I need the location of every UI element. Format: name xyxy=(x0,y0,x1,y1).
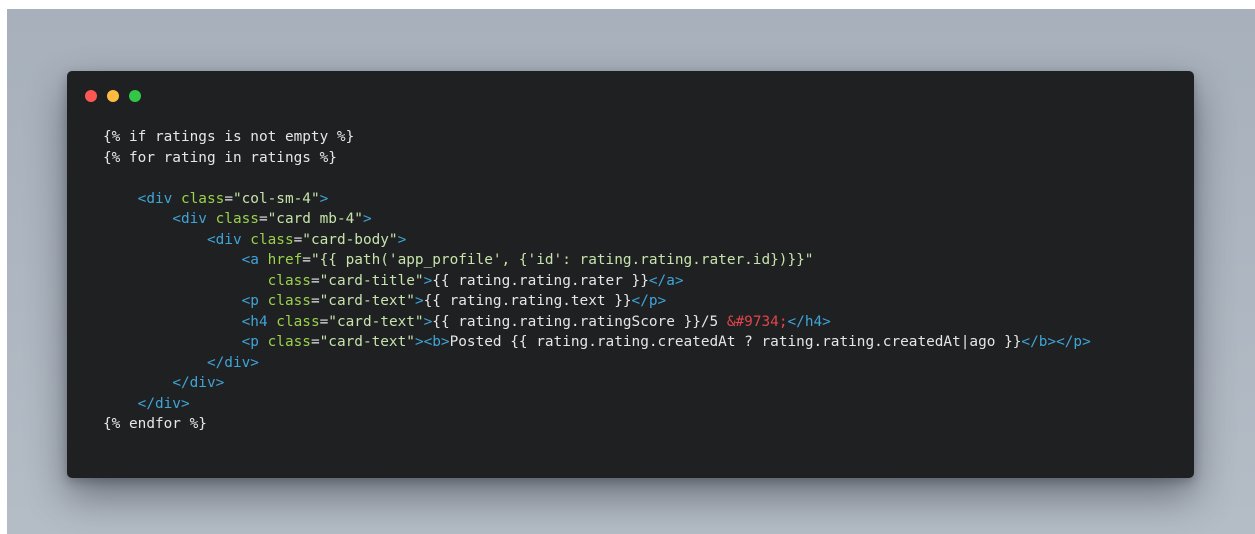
code-token: = xyxy=(310,272,320,289)
code-token: {{ rating.rating.ratingScore }}/5 xyxy=(432,313,727,330)
code-line: </div> xyxy=(103,373,1091,394)
code-token: "card-body" xyxy=(302,231,398,248)
code-token: </h4> xyxy=(787,313,831,330)
code-line: <h4 class="card-text">{{ rating.rating.r… xyxy=(103,312,1091,333)
window-controls xyxy=(85,90,141,102)
code-line: <div class="card mb-4"> xyxy=(103,209,1091,230)
code-token: {% if ratings is not empty %} xyxy=(103,129,355,145)
code-token: {% endfor %} xyxy=(103,416,207,432)
code-token: class xyxy=(250,231,294,248)
code-token: class xyxy=(267,272,311,289)
code-token: {{ rating.rating.rater }} xyxy=(432,272,649,289)
code-line: <div class="card-body"> xyxy=(103,230,1091,251)
code-token: </div> xyxy=(206,354,259,371)
code-token: &#9734; xyxy=(726,313,788,330)
code-token: <div xyxy=(137,190,173,207)
code-token: > xyxy=(423,272,433,289)
code-token: class xyxy=(267,293,311,309)
code-line: <div class="col-sm-4"> xyxy=(103,189,1091,210)
code-token: "card-title" xyxy=(319,272,424,289)
code-token: <p xyxy=(241,334,259,350)
code-token: </div> xyxy=(137,395,190,412)
code-line: <a href="{{ path('app_profile', {'id': r… xyxy=(103,250,1091,271)
code-token: class xyxy=(180,190,225,207)
code-token: </b></p> xyxy=(1021,334,1091,350)
code-token: > xyxy=(319,190,329,207)
code-token: = xyxy=(258,211,268,227)
minimize-button[interactable] xyxy=(107,90,119,102)
code-token: {% for rating in ratings %} xyxy=(103,149,337,166)
close-button[interactable] xyxy=(85,90,97,102)
code-token: ><b> xyxy=(414,334,450,350)
code-line: <p class="card-text"><b>Posted {{ rating… xyxy=(103,332,1091,353)
code-line: </div> xyxy=(103,394,1091,415)
code-token: <div xyxy=(172,211,207,227)
code-token: href xyxy=(267,252,303,268)
code-token: <div xyxy=(206,231,242,248)
code-token: > xyxy=(397,231,407,248)
code-window: {% if ratings is not empty %} {% for rati… xyxy=(67,71,1194,478)
code-token: <h4 xyxy=(241,313,268,330)
code-block: {% if ratings is not empty %} {% for rati… xyxy=(103,127,1091,435)
code-token: "card-text" xyxy=(319,334,415,350)
code-line: {% if ratings is not empty %} xyxy=(103,127,1091,148)
code-token: </p> xyxy=(631,293,667,309)
code-token: </a> xyxy=(648,272,684,289)
code-line: {% endfor %} xyxy=(103,414,1091,435)
code-token: class xyxy=(276,313,320,330)
code-line: </div> xyxy=(103,353,1091,374)
code-token: = xyxy=(310,334,320,350)
code-token: "card-text" xyxy=(328,313,424,330)
code-token: = xyxy=(302,252,311,268)
code-token: = xyxy=(319,313,329,330)
code-token: > xyxy=(414,293,424,309)
code-token: </div> xyxy=(172,375,225,391)
code-token: Posted {{ rating.rating.createdAt ? rati… xyxy=(449,334,1022,350)
code-token: {{ rating.rating.text }} xyxy=(423,293,632,309)
code-token: = xyxy=(293,231,303,248)
code-token: <p xyxy=(241,293,259,309)
code-token: <a xyxy=(241,252,259,268)
code-token: > xyxy=(362,211,372,227)
code-token: "{{ path('app_profile', {'id': rating.ra… xyxy=(310,252,814,268)
code-token: "card-text" xyxy=(319,293,415,309)
code-token: = xyxy=(310,293,320,309)
zoom-button[interactable] xyxy=(129,90,141,102)
code-token: class xyxy=(267,334,311,350)
code-token: "card mb-4" xyxy=(267,211,363,227)
code-token: = xyxy=(224,190,233,207)
code-line: class="card-title">{{ rating.rating.rate… xyxy=(103,271,1091,292)
code-token: class xyxy=(215,211,259,227)
code-token: "col-sm-4" xyxy=(232,190,320,207)
code-line: <p class="card-text">{{ rating.rating.te… xyxy=(103,291,1091,312)
code-line: {% for rating in ratings %} xyxy=(103,148,1091,169)
code-token: > xyxy=(423,313,433,330)
